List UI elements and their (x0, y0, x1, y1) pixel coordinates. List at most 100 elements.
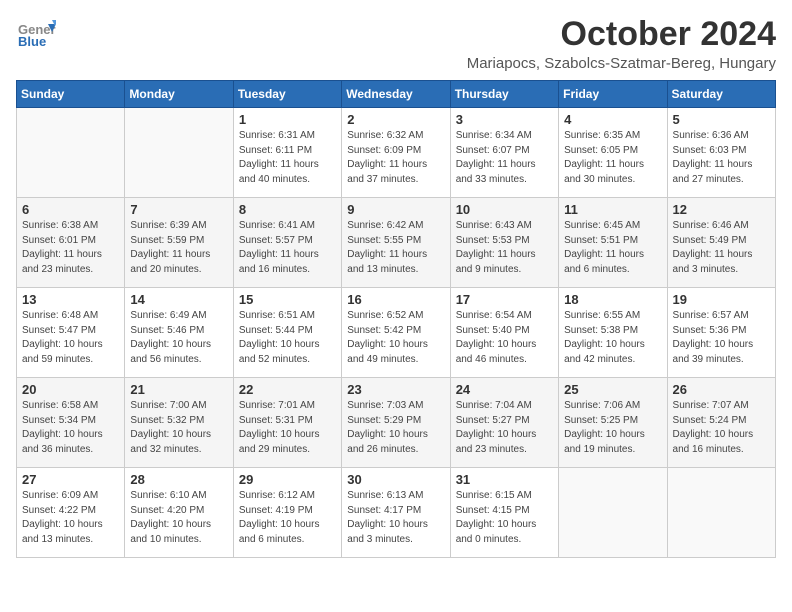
day-info: Sunrise: 6:48 AM Sunset: 5:47 PM Dayligh… (22, 309, 119, 367)
day-number: 23 (347, 382, 444, 397)
day-number: 19 (673, 292, 770, 307)
calendar-table: Sunday Monday Tuesday Wednesday Thursday… (16, 80, 776, 558)
day-cell: 31Sunrise: 6:15 AM Sunset: 4:15 PM Dayli… (450, 468, 558, 558)
day-cell: 3 Sunrise: 6:34 AM Sunset: 6:07 PM Daylig… (450, 108, 558, 198)
day-number: 26 (673, 382, 770, 397)
day-info: Sunrise: 6:45 AM Sunset: 5:51 PM Dayligh… (564, 219, 661, 277)
day-cell: 16 Sunrise: 6:52 AM Sunset: 5:42 PM Dayli… (342, 288, 450, 378)
day-info: Sunrise: 7:06 AM Sunset: 5:25 PM Dayligh… (564, 399, 661, 457)
calendar-subtitle: Mariapocs, Szabolcs-Szatmar-Bereg, Hunga… (467, 55, 776, 72)
day-cell: 21Sunrise: 7:00 AM Sunset: 5:32 PM Dayli… (125, 378, 233, 468)
day-info: Sunrise: 7:03 AM Sunset: 5:29 PM Dayligh… (347, 399, 444, 457)
day-info: Sunrise: 6:58 AM Sunset: 5:34 PM Dayligh… (22, 399, 119, 457)
day-info: Sunrise: 6:34 AM Sunset: 6:07 PM Dayligh… (456, 129, 553, 187)
header-wednesday: Wednesday (342, 81, 450, 108)
header-saturday: Saturday (667, 81, 775, 108)
day-cell: 15 Sunrise: 6:51 AM Sunset: 5:44 PM Dayli… (233, 288, 341, 378)
day-number: 1 (239, 112, 336, 127)
day-info: Sunrise: 6:52 AM Sunset: 5:42 PM Dayligh… (347, 309, 444, 367)
day-number: 14 (130, 292, 227, 307)
day-info: Sunrise: 6:46 AM Sunset: 5:49 PM Dayligh… (673, 219, 770, 277)
day-cell: 12Sunrise: 6:46 AM Sunset: 5:49 PM Dayli… (667, 198, 775, 288)
day-cell: 30 Sunrise: 6:13 AM Sunset: 4:17 PM Dayli… (342, 468, 450, 558)
header-tuesday: Tuesday (233, 81, 341, 108)
day-info: Sunrise: 6:38 AM Sunset: 6:01 PM Dayligh… (22, 219, 119, 277)
week-row-2: 6 Sunrise: 6:38 AM Sunset: 6:01 PM Daylig… (17, 198, 776, 288)
day-number: 7 (130, 202, 227, 217)
day-number: 22 (239, 382, 336, 397)
day-info: Sunrise: 6:57 AM Sunset: 5:36 PM Dayligh… (673, 309, 770, 367)
day-number: 30 (347, 472, 444, 487)
week-row-4: 20 Sunrise: 6:58 AM Sunset: 5:34 PM Dayli… (17, 378, 776, 468)
day-number: 9 (347, 202, 444, 217)
day-cell: 6 Sunrise: 6:38 AM Sunset: 6:01 PM Daylig… (17, 198, 125, 288)
day-cell: 11 Sunrise: 6:45 AM Sunset: 5:51 PM Dayli… (559, 198, 667, 288)
day-number: 8 (239, 202, 336, 217)
week-row-5: 27Sunrise: 6:09 AM Sunset: 4:22 PM Dayli… (17, 468, 776, 558)
day-info: Sunrise: 6:10 AM Sunset: 4:20 PM Dayligh… (130, 489, 227, 547)
day-number: 20 (22, 382, 119, 397)
day-cell: 1 Sunrise: 6:31 AM Sunset: 6:11 PM Daylig… (233, 108, 341, 198)
day-number: 5 (673, 112, 770, 127)
day-cell: 10 Sunrise: 6:43 AM Sunset: 5:53 PM Dayli… (450, 198, 558, 288)
day-cell: 22Sunrise: 7:01 AM Sunset: 5:31 PM Dayli… (233, 378, 341, 468)
day-cell (667, 468, 775, 558)
day-cell (559, 468, 667, 558)
week-row-1: 1 Sunrise: 6:31 AM Sunset: 6:11 PM Daylig… (17, 108, 776, 198)
day-cell: 29 Sunrise: 6:12 AM Sunset: 4:19 PM Dayli… (233, 468, 341, 558)
day-info: Sunrise: 7:04 AM Sunset: 5:27 PM Dayligh… (456, 399, 553, 457)
day-cell (125, 108, 233, 198)
day-cell: 26Sunrise: 7:07 AM Sunset: 5:24 PM Dayli… (667, 378, 775, 468)
day-cell: 13 Sunrise: 6:48 AM Sunset: 5:47 PM Dayli… (17, 288, 125, 378)
day-cell: 25Sunrise: 7:06 AM Sunset: 5:25 PM Dayli… (559, 378, 667, 468)
day-info: Sunrise: 6:36 AM Sunset: 6:03 PM Dayligh… (673, 129, 770, 187)
day-number: 29 (239, 472, 336, 487)
day-number: 11 (564, 202, 661, 217)
day-info: Sunrise: 6:49 AM Sunset: 5:46 PM Dayligh… (130, 309, 227, 367)
day-cell: 5 Sunrise: 6:36 AM Sunset: 6:03 PM Daylig… (667, 108, 775, 198)
day-cell: 8 Sunrise: 6:41 AM Sunset: 5:57 PM Daylig… (233, 198, 341, 288)
week-row-3: 13 Sunrise: 6:48 AM Sunset: 5:47 PM Dayli… (17, 288, 776, 378)
day-number: 10 (456, 202, 553, 217)
page-header: General Blue October 2024 Mariapocs, Sza… (16, 16, 776, 72)
day-cell: 2 Sunrise: 6:32 AM Sunset: 6:09 PM Daylig… (342, 108, 450, 198)
day-info: Sunrise: 6:32 AM Sunset: 6:09 PM Dayligh… (347, 129, 444, 187)
day-info: Sunrise: 6:54 AM Sunset: 5:40 PM Dayligh… (456, 309, 553, 367)
calendar-title: October 2024 (467, 16, 776, 53)
day-cell: 23 Sunrise: 7:03 AM Sunset: 5:29 PM Dayli… (342, 378, 450, 468)
day-number: 4 (564, 112, 661, 127)
header-sunday: Sunday (17, 81, 125, 108)
day-info: Sunrise: 6:41 AM Sunset: 5:57 PM Dayligh… (239, 219, 336, 277)
day-info: Sunrise: 6:15 AM Sunset: 4:15 PM Dayligh… (456, 489, 553, 547)
day-number: 15 (239, 292, 336, 307)
header-friday: Friday (559, 81, 667, 108)
logo-icon: General Blue (16, 16, 56, 61)
day-cell: 17 Sunrise: 6:54 AM Sunset: 5:40 PM Dayli… (450, 288, 558, 378)
day-number: 21 (130, 382, 227, 397)
day-number: 6 (22, 202, 119, 217)
day-cell: 4 Sunrise: 6:35 AM Sunset: 6:05 PM Daylig… (559, 108, 667, 198)
day-cell: 9 Sunrise: 6:42 AM Sunset: 5:55 PM Daylig… (342, 198, 450, 288)
day-info: Sunrise: 6:39 AM Sunset: 5:59 PM Dayligh… (130, 219, 227, 277)
day-info: Sunrise: 6:35 AM Sunset: 6:05 PM Dayligh… (564, 129, 661, 187)
day-number: 17 (456, 292, 553, 307)
day-info: Sunrise: 6:51 AM Sunset: 5:44 PM Dayligh… (239, 309, 336, 367)
day-number: 2 (347, 112, 444, 127)
day-number: 3 (456, 112, 553, 127)
day-number: 13 (22, 292, 119, 307)
day-number: 16 (347, 292, 444, 307)
day-cell: 7 Sunrise: 6:39 AM Sunset: 5:59 PM Daylig… (125, 198, 233, 288)
day-info: Sunrise: 6:13 AM Sunset: 4:17 PM Dayligh… (347, 489, 444, 547)
day-info: Sunrise: 6:12 AM Sunset: 4:19 PM Dayligh… (239, 489, 336, 547)
svg-text:Blue: Blue (18, 34, 46, 49)
header-row: Sunday Monday Tuesday Wednesday Thursday… (17, 81, 776, 108)
day-cell: 24Sunrise: 7:04 AM Sunset: 5:27 PM Dayli… (450, 378, 558, 468)
day-number: 18 (564, 292, 661, 307)
header-monday: Monday (125, 81, 233, 108)
day-cell: 20 Sunrise: 6:58 AM Sunset: 5:34 PM Dayli… (17, 378, 125, 468)
day-info: Sunrise: 6:43 AM Sunset: 5:53 PM Dayligh… (456, 219, 553, 277)
day-info: Sunrise: 6:42 AM Sunset: 5:55 PM Dayligh… (347, 219, 444, 277)
day-cell: 14 Sunrise: 6:49 AM Sunset: 5:46 PM Dayli… (125, 288, 233, 378)
day-info: Sunrise: 6:31 AM Sunset: 6:11 PM Dayligh… (239, 129, 336, 187)
day-cell (17, 108, 125, 198)
